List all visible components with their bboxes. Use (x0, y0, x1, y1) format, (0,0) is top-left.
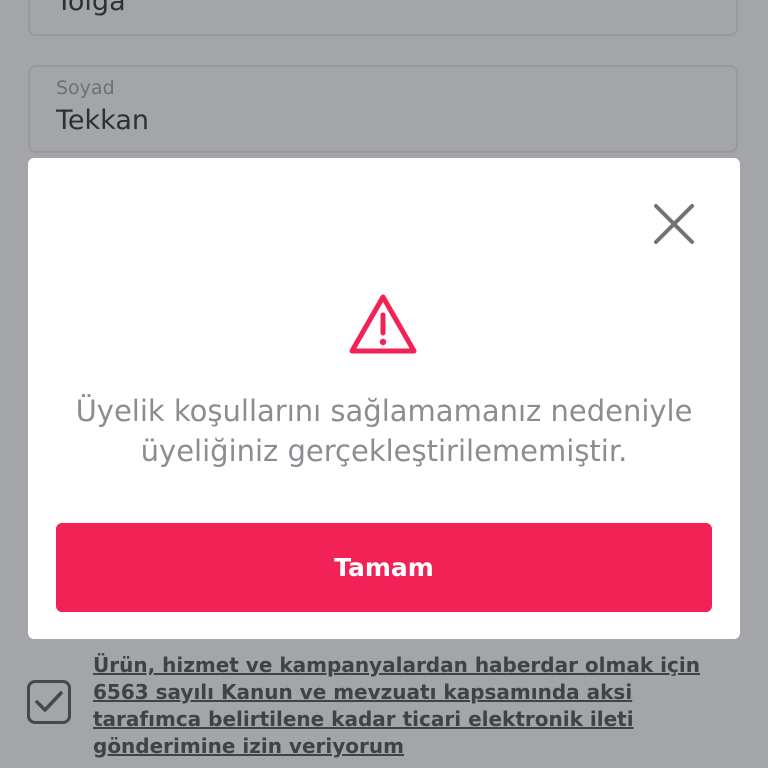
consent-text-line: tarafımca belirtilene kadar ticari elekt… (93, 707, 634, 731)
surname-field[interactable]: Soyad Tekkan (28, 65, 738, 153)
consent-link[interactable]: Ürün, hizmet ve kampanyalardan haberdar … (93, 652, 753, 760)
surname-value: Tekkan (56, 105, 149, 136)
consent-checkbox[interactable] (27, 680, 71, 724)
surname-label: Soyad (56, 77, 115, 99)
ok-button[interactable]: Tamam (56, 523, 712, 612)
warning-triangle-icon (348, 292, 418, 356)
consent-text-line: 6563 sayılı Kanun ve mevzuatı kapsamında… (93, 680, 633, 704)
name-value: Tolga (56, 0, 126, 17)
alert-message-line: Üyelik koşullarını sağlamamanız nedeniyl… (75, 394, 693, 428)
consent-text-line: gönderimine izin veriyorum (93, 734, 404, 758)
close-icon[interactable] (652, 202, 696, 246)
alert-message-line: üyeliğiniz gerçekleştirilememiştir. (140, 434, 628, 468)
alert-message: Üyelik koşullarını sağlamamanız nedeniyl… (28, 391, 740, 471)
alert-dialog: Üyelik koşullarını sağlamamanız nedeniyl… (28, 158, 740, 639)
checkmark-icon (35, 691, 63, 712)
name-field[interactable]: Tolga (28, 0, 738, 36)
consent-text-line: Ürün, hizmet ve kampanyalardan haberdar … (93, 653, 700, 677)
